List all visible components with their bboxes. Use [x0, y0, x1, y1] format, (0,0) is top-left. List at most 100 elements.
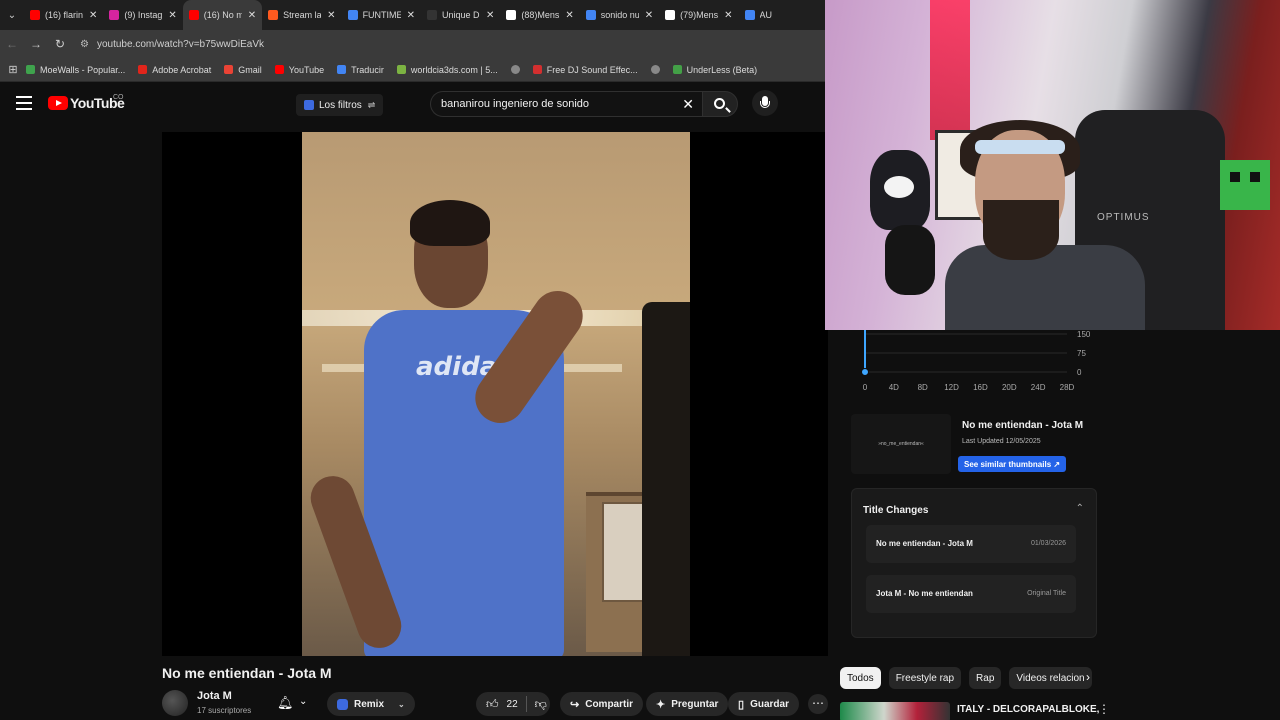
recommended-video[interactable]: ITALY - DELCORAPALBLOKE, ⋮	[840, 700, 1110, 720]
like-button[interactable]: 👍︎ 22	[476, 697, 518, 712]
tab-label: (16) flaring	[45, 10, 83, 20]
close-tab-icon[interactable]: ✕	[89, 10, 97, 21]
bookmark-favicon-icon	[138, 65, 148, 74]
thumbs-down-icon[interactable]: 👎︎	[535, 697, 547, 712]
person-in-video: adidas	[304, 192, 593, 656]
reload-icon[interactable]: ↻	[48, 37, 72, 51]
chip-todos[interactable]: Todos	[840, 667, 881, 689]
chip-freestyle-rap[interactable]: Freestyle rap	[888, 667, 962, 689]
chip-related-videos[interactable]: Videos relacion	[1009, 667, 1092, 689]
bookmark-favicon-icon	[396, 65, 406, 74]
search-button[interactable]	[702, 91, 738, 117]
menu-icon[interactable]	[16, 96, 32, 110]
browser-tab[interactable]: (16) No m ✕	[182, 0, 263, 30]
share-label: Compartir	[585, 698, 634, 710]
apps-grid-icon[interactable]: ⊞	[0, 63, 26, 76]
tab-label: (79)Mensa	[680, 10, 719, 20]
streamer-webcam: OPTIMUS	[825, 0, 1280, 330]
remix-label: Remix	[354, 698, 385, 710]
bookmark-item[interactable]: Adobe Acrobat	[138, 65, 211, 75]
bookmark-label: MoeWalls - Popular...	[40, 64, 126, 75]
bookmark-item[interactable]	[650, 65, 665, 75]
close-tab-icon[interactable]: ✕	[724, 10, 732, 21]
thumbnail-image[interactable]: »no_me_entiendan«	[851, 414, 951, 474]
tab-favicon-icon	[109, 10, 120, 20]
browser-tab[interactable]: (88)Mensa ✕	[500, 0, 579, 30]
browser-tab[interactable]: sonido nu ✕	[580, 0, 659, 30]
see-similar-thumbnails-button[interactable]: See similar thumbnails ↗	[958, 456, 1067, 472]
red-light	[930, 0, 970, 140]
back-icon[interactable]: ←	[0, 37, 24, 51]
save-button[interactable]: ▯ Guardar	[728, 692, 799, 716]
hair	[410, 200, 490, 246]
recommended-title[interactable]: ITALY - DELCORAPALBLOKE,	[957, 704, 1099, 715]
bookmark-item[interactable]: worldcia3ds.com | 5...	[396, 65, 498, 75]
divider	[525, 696, 527, 712]
recommended-thumbnail[interactable]	[840, 702, 950, 720]
bookmark-label: Free DJ Sound Effec...	[546, 64, 638, 75]
subscriber-count: 17 suscriptores	[197, 706, 252, 715]
chevron-up-icon[interactable]: ⌃	[1076, 503, 1084, 514]
browser-tab[interactable]: Stream la ✕	[262, 0, 341, 30]
url-input[interactable]: ⚙ youtube.com/watch?v=b75wwDiEaVk	[80, 33, 825, 55]
close-tab-icon[interactable]: ✕	[645, 10, 653, 21]
close-tab-icon[interactable]: ✕	[168, 10, 176, 21]
bookmark-item[interactable]: Traducir	[337, 65, 384, 75]
sparkle-icon: ✦	[656, 698, 666, 711]
notification-bell-icon[interactable]: 🔔︎	[277, 695, 294, 711]
share-icon: ↪	[570, 698, 580, 711]
channel-avatar[interactable]	[162, 690, 188, 716]
browser-tab[interactable]: AU	[739, 0, 804, 30]
bookmark-favicon-icon	[224, 65, 234, 74]
browser-tab[interactable]: FUNTIME ✕	[342, 0, 421, 30]
bookmark-item[interactable]: YouTube	[274, 65, 324, 75]
chart-x-tick-label: 24D	[1031, 383, 1046, 392]
browser-tab[interactable]: (79)Mensa ✕	[659, 0, 738, 30]
browser-tab[interactable]: Unique D ✕	[421, 0, 500, 30]
save-label: Guardar	[750, 698, 789, 710]
more-actions-button[interactable]: ⋯	[808, 694, 828, 714]
bookmark-favicon-icon	[532, 65, 542, 74]
bookmark-item[interactable]: Free DJ Sound Effec...	[532, 64, 638, 75]
chart-y-tick-label: 150	[1077, 330, 1091, 339]
tab-label: (9) Instagr	[124, 10, 163, 20]
channel-name[interactable]: Jota M	[197, 690, 232, 702]
bookmark-favicon-icon	[337, 65, 347, 74]
filters-button[interactable]: Los filtros ⇌	[296, 94, 384, 116]
ask-button[interactable]: ✦ Preguntar	[646, 692, 729, 716]
chip-rap[interactable]: Rap	[969, 667, 1002, 689]
more-options-icon[interactable]: ⋮	[1098, 702, 1110, 716]
search-input[interactable]: bananirou ingeniero de sonido ✕	[430, 91, 702, 117]
video-title: No me entiendan - Jota M	[162, 665, 332, 681]
share-button[interactable]: ↪ Compartir	[560, 692, 644, 716]
tab-search-chevron-icon[interactable]: ⌄	[0, 0, 24, 30]
bookmark-item[interactable]: UnderLess (Beta)	[672, 65, 757, 75]
chevron-down-icon[interactable]: ⌄	[299, 696, 307, 707]
chart-data-point	[861, 368, 869, 376]
country-code: CO	[113, 94, 124, 101]
video-player[interactable]: adidas	[162, 132, 828, 656]
close-tab-icon[interactable]: ✕	[248, 10, 256, 21]
address-bar-row: ← → ↻ ⚙ youtube.com/watch?v=b75wwDiEaVk	[0, 30, 825, 58]
forward-icon[interactable]: →	[24, 37, 48, 51]
close-tab-icon[interactable]: ✕	[565, 10, 573, 21]
close-tab-icon[interactable]: ✕	[407, 10, 415, 21]
bookmark-list: MoeWalls - Popular... Adobe Acrobat Gmail Y…	[26, 65, 770, 75]
bookmark-item[interactable]: MoeWalls - Popular...	[26, 65, 125, 75]
bookmark-label: Adobe Acrobat	[152, 64, 212, 75]
remix-button[interactable]: Remix ⌄	[327, 692, 415, 716]
browser-tab[interactable]: (9) Instagr ✕	[103, 0, 182, 30]
close-tab-icon[interactable]: ✕	[327, 10, 335, 21]
site-settings-icon[interactable]: ⚙	[80, 39, 89, 50]
voice-search-button[interactable]	[752, 90, 778, 116]
chevron-right-icon[interactable]: ›	[1086, 670, 1090, 684]
tab-favicon-icon	[268, 10, 279, 20]
close-tab-icon[interactable]: ✕	[486, 10, 494, 21]
tab-favicon-icon	[744, 10, 755, 20]
clear-search-icon[interactable]: ✕	[682, 96, 694, 113]
browser-tab[interactable]: (16) flaring ✕	[24, 0, 103, 30]
tab-favicon-icon	[188, 10, 199, 20]
bookmark-item[interactable]: Gmail	[224, 65, 262, 75]
title-change-date: Original Title	[1027, 590, 1066, 597]
bookmark-item[interactable]	[510, 65, 525, 75]
